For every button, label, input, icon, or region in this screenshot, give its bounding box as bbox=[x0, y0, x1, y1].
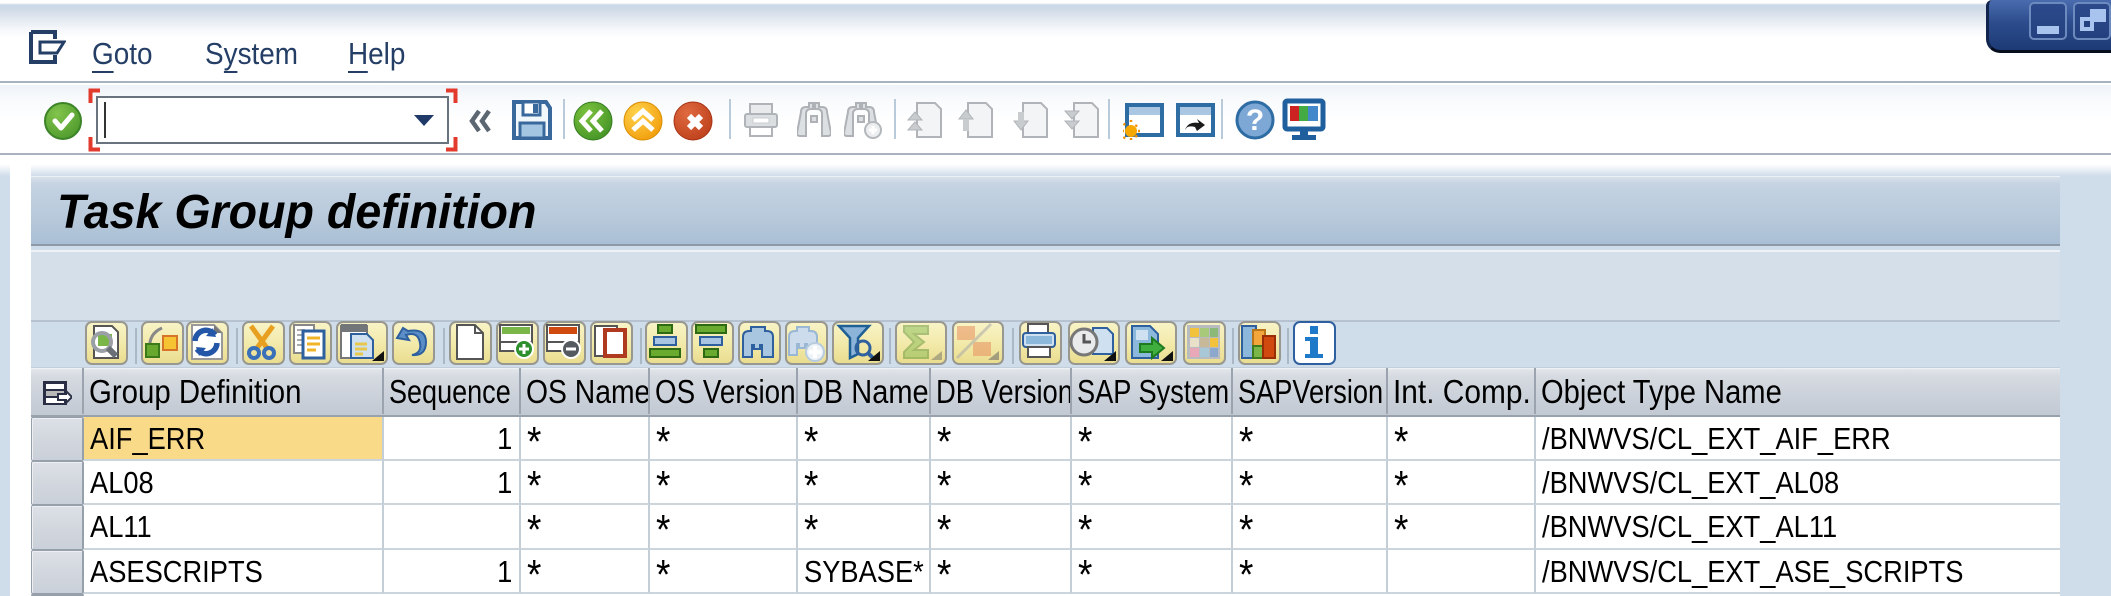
svg-text:?: ? bbox=[1246, 104, 1264, 137]
